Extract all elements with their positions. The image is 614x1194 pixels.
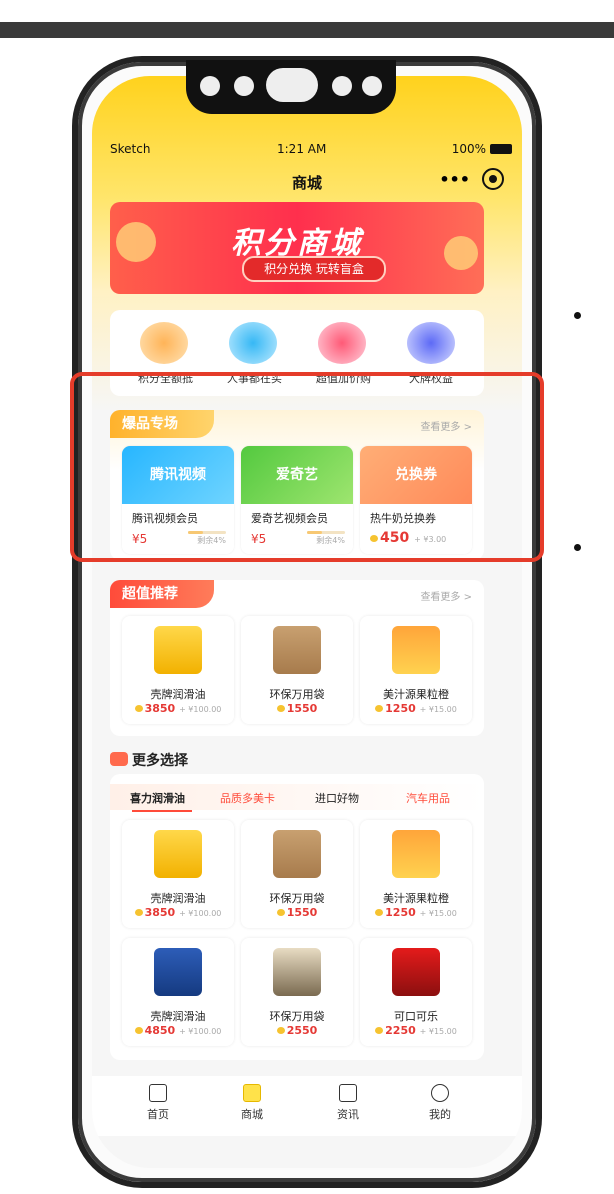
tab-imports[interactable]: 进口好物: [315, 790, 359, 806]
view-more-link[interactable]: 查看更多 >: [420, 588, 472, 603]
promo-banner[interactable]: 积分商城 积分兑换 玩转盲盒: [110, 202, 484, 294]
bullet-dot: [574, 312, 581, 319]
product-card[interactable]: 美汁源果粒橙 1250 + ¥15.00: [360, 616, 472, 724]
tab-quality-card[interactable]: 品质多美卡: [220, 790, 275, 806]
chat-bubble-icon: [110, 752, 128, 766]
top-bar: [0, 22, 614, 38]
product-price: 1250 + ¥15.00: [360, 906, 472, 919]
shopping-bag-icon: [318, 322, 366, 364]
card-icon: [229, 322, 277, 364]
juice-bottle-icon: [392, 830, 440, 878]
product-price: 1550: [241, 702, 353, 715]
tab-label: 商城: [241, 1108, 263, 1121]
tote-bag-icon: [273, 948, 321, 996]
tab-me[interactable]: 我的: [420, 1084, 460, 1122]
recommend-section: 超值推荐 查看更多 > 壳牌润滑油 3850 + ¥100.00 环保万用袋 1…: [110, 580, 484, 736]
product-card[interactable]: 壳牌润滑油 3850 + ¥100.00: [122, 616, 234, 724]
tab-label: 资讯: [337, 1108, 359, 1121]
tab-news[interactable]: 资讯: [328, 1084, 368, 1122]
product-price: 1550: [241, 906, 353, 919]
gift-box-icon: [140, 322, 188, 364]
status-bar: Sketch 1:21 AM 100%: [92, 142, 522, 160]
highlight-box: [70, 372, 544, 562]
product-card[interactable]: 可口可乐 2250 + ¥15.00: [360, 938, 472, 1046]
tab-shell-oil[interactable]: 喜力润滑油: [130, 790, 185, 806]
product-tabs: 喜力润滑油 品质多美卡 进口好物 汽车用品: [110, 784, 484, 812]
product-name: 壳牌润滑油: [150, 1010, 206, 1023]
battery-label: 100%: [451, 142, 486, 156]
oil-can-icon: [154, 948, 202, 996]
tab-car-supplies[interactable]: 汽车用品: [406, 790, 450, 806]
product-price: 2250 + ¥15.00: [360, 1024, 472, 1037]
product-price: 2550: [241, 1024, 353, 1037]
product-name: 壳牌润滑油: [150, 688, 206, 701]
product-card[interactable]: 美汁源果粒橙 1250 + ¥15.00: [360, 820, 472, 928]
battery-icon: [490, 144, 512, 154]
product-card[interactable]: 环保万用袋 1550: [241, 616, 353, 724]
product-card[interactable]: 壳牌润滑油 4850 + ¥100.00: [122, 938, 234, 1046]
more-options-title: 更多选择: [110, 750, 188, 770]
product-name: 壳牌润滑油: [150, 892, 206, 905]
tote-bag-icon: [273, 626, 321, 674]
product-price: 1250 + ¥15.00: [360, 702, 472, 715]
tab-label: 我的: [429, 1108, 451, 1121]
phone-frame: Sketch 1:21 AM 100% 商城 ••• 积分商城 积分兑换 玩转盲…: [72, 56, 542, 1188]
bottom-tab-bar: 首页 商城 资讯 我的: [92, 1076, 522, 1136]
section-tag: 超值推荐: [110, 580, 214, 608]
product-name: 环保万用袋: [269, 688, 325, 701]
product-price: 4850 + ¥100.00: [122, 1024, 234, 1037]
product-name: 环保万用袋: [269, 1010, 325, 1023]
product-name: 环保万用袋: [269, 892, 325, 905]
banner-subtitle-button[interactable]: 积分兑换 玩转盲盒: [242, 256, 386, 282]
product-card[interactable]: 环保万用袋 1550: [241, 820, 353, 928]
bullet-dot: [574, 544, 581, 551]
tab-indicator: [132, 810, 192, 812]
news-icon: [339, 1084, 357, 1102]
close-miniapp-icon[interactable]: [482, 168, 504, 190]
home-icon: [149, 1084, 167, 1102]
yen-coin-icon: [407, 322, 455, 364]
cola-bottles-icon: [392, 948, 440, 996]
product-price: 3850 + ¥100.00: [122, 906, 234, 919]
shop-icon: [243, 1084, 261, 1102]
product-name: 可口可乐: [394, 1010, 438, 1023]
phone-screen: Sketch 1:21 AM 100% 商城 ••• 积分商城 积分兑换 玩转盲…: [92, 76, 522, 1168]
product-card[interactable]: 壳牌润滑油 3850 + ¥100.00: [122, 820, 234, 928]
oil-can-icon: [154, 830, 202, 878]
clock: 1:21 AM: [277, 142, 327, 156]
product-name: 美汁源果粒橙: [383, 688, 449, 701]
user-icon: [431, 1084, 449, 1102]
product-price: 3850 + ¥100.00: [122, 702, 234, 715]
product-name: 美汁源果粒橙: [383, 892, 449, 905]
oil-can-icon: [154, 626, 202, 674]
juice-bottle-icon: [392, 626, 440, 674]
speaker-notch: [186, 60, 396, 114]
tote-bag-icon: [273, 830, 321, 878]
more-menu-icon[interactable]: •••: [439, 170, 470, 189]
product-card[interactable]: 环保万用袋 2550: [241, 938, 353, 1046]
more-options-section: 喜力润滑油 品质多美卡 进口好物 汽车用品 壳牌润滑油 3850 + ¥100.…: [110, 774, 484, 1060]
carrier-label: Sketch: [110, 142, 151, 156]
tab-label: 首页: [147, 1108, 169, 1121]
tab-shop[interactable]: 商城: [232, 1084, 272, 1122]
tab-home[interactable]: 首页: [138, 1084, 178, 1122]
